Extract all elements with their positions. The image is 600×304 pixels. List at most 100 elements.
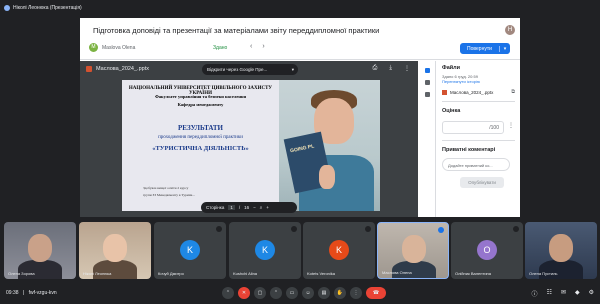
participant-body bbox=[18, 260, 62, 279]
history-link[interactable]: Переглянути історію bbox=[442, 79, 515, 84]
side-controls: ⓘ ☷ ✉ ◆ ⚙ bbox=[532, 289, 594, 298]
participant-name: Kushchi Alina bbox=[233, 271, 258, 276]
files-heading: Файли bbox=[442, 65, 461, 71]
mic-off-icon bbox=[291, 226, 297, 232]
slide-student-line: Здобувач вищої освіти 2 курсу bbox=[143, 186, 189, 190]
call-controls: ⌃ ✕ ▢ ⌃ ▭ ☺ ▤ ✋ ⋮ ☎ bbox=[222, 287, 386, 299]
mic-options-icon[interactable]: ⌃ bbox=[222, 287, 234, 299]
page-current-input[interactable]: 1 bbox=[228, 205, 235, 210]
assignment-title: Підготовка доповіді та презентації за ма… bbox=[93, 26, 380, 35]
participant-body bbox=[93, 260, 137, 279]
grade-input[interactable]: /100 bbox=[442, 121, 504, 134]
slide-photo: GOING PL bbox=[279, 80, 380, 211]
participant-tile[interactable]: K Kushchi Alina bbox=[229, 222, 301, 279]
next-student-icon[interactable]: › bbox=[262, 43, 264, 50]
download-icon[interactable]: ⤓ bbox=[389, 65, 392, 72]
student-nav: ‹ › bbox=[250, 43, 265, 50]
speaking-icon bbox=[438, 227, 444, 233]
return-label[interactable]: Повернути bbox=[460, 46, 499, 52]
mic-off-icon bbox=[216, 226, 222, 232]
files-tab-icon[interactable] bbox=[425, 68, 430, 73]
camera-button[interactable]: ▢ bbox=[254, 287, 266, 299]
zoom-out-icon[interactable]: − bbox=[253, 205, 256, 210]
end-call-button[interactable]: ☎ bbox=[366, 287, 386, 299]
participant-avatar: K bbox=[329, 240, 349, 260]
attached-file-name[interactable]: Маслова_2024_.pptx bbox=[450, 90, 493, 95]
page-label: Сторінка bbox=[206, 205, 225, 210]
presenter-label: Ніколі Леонюка (Презентація) bbox=[4, 3, 82, 13]
present-button[interactable]: ▤ bbox=[318, 287, 330, 299]
divider bbox=[442, 140, 515, 141]
chat-icon[interactable]: ✉ bbox=[561, 289, 566, 298]
open-with-label: Відкрити через Google Пре... bbox=[207, 67, 268, 72]
chevron-down-icon[interactable]: ▾ bbox=[292, 67, 294, 73]
slide-topic: «ТУРИСТИЧНА ДІЯЛЬНІСТЬ» bbox=[152, 145, 249, 152]
attached-file[interactable]: Маслова_2024_.pptx ⧉ bbox=[442, 89, 515, 95]
participant-face bbox=[103, 234, 127, 262]
grade-menu-icon[interactable]: ⋮ bbox=[508, 122, 514, 129]
reactions-button[interactable]: ☺ bbox=[302, 287, 314, 299]
captions-button[interactable]: ▭ bbox=[286, 287, 298, 299]
info-tab-icon[interactable] bbox=[425, 80, 430, 85]
slide-title: РЕЗУЛЬТАТИ bbox=[178, 124, 223, 132]
people-icon[interactable]: ☷ bbox=[547, 289, 552, 298]
book-title: GOING PL bbox=[289, 143, 315, 155]
classroom-header: Підготовка доповіді та презентації за ма… bbox=[80, 18, 520, 60]
participant-name: Маслова Олена bbox=[382, 270, 412, 275]
presenter-name: Ніколі Леонюка (Презентація) bbox=[13, 5, 82, 11]
zoom-in-icon[interactable]: + bbox=[266, 205, 269, 210]
grade-heading: Оцінка bbox=[442, 108, 461, 114]
info-icon[interactable]: ⓘ bbox=[532, 289, 538, 298]
participant-tile[interactable]: Олена Пустиль bbox=[525, 222, 597, 279]
mic-off-button[interactable]: ✕ bbox=[238, 287, 250, 299]
more-icon[interactable]: ⋮ bbox=[404, 65, 410, 72]
divider bbox=[442, 101, 515, 102]
shared-screen: Підготовка доповіді та презентації за ма… bbox=[80, 18, 520, 217]
participant-avatar: K bbox=[180, 240, 200, 260]
prev-student-icon[interactable]: ‹ bbox=[250, 43, 252, 50]
camera-options-icon[interactable]: ⌃ bbox=[270, 287, 282, 299]
mic-off-icon bbox=[365, 226, 371, 232]
more-options-button[interactable]: ⋮ bbox=[350, 287, 362, 299]
rubric-tab-icon[interactable] bbox=[425, 92, 430, 97]
slide-faculty: Факультет управління та безпеки населенн… bbox=[154, 94, 247, 99]
slide-preview: НАЦІОНАЛЬНИЙ УНІВЕРСИТЕТ ЦИВІЛЬНОГО ЗАХИ… bbox=[122, 80, 380, 211]
meet-window: Ніколі Леонюка (Презентація) Підготовка … bbox=[0, 0, 600, 304]
participant-tile[interactable]: Олена Зорова bbox=[4, 222, 76, 279]
return-button[interactable]: Повернути ▾ bbox=[460, 43, 510, 54]
grade-row: /100 ⋮ bbox=[442, 117, 515, 134]
private-comment-input[interactable]: Додайте приватний ко... bbox=[442, 158, 510, 171]
participant-name: Олена Зорова bbox=[8, 271, 35, 276]
participant-face bbox=[402, 235, 426, 263]
submission-status: Здано bbox=[213, 45, 228, 51]
slide-group-line: групи ЗЗ Менеджменту в Туризм... bbox=[143, 193, 195, 197]
meeting-time-code: 09:38 | fwf-vzgu-kvn bbox=[6, 290, 57, 296]
participant-face bbox=[28, 234, 52, 262]
open-with-button[interactable]: Відкрити через Google Пре... ▾ bbox=[202, 64, 298, 75]
participant-tile[interactable]: K Kotets Veronika bbox=[303, 222, 375, 279]
print-icon[interactable]: ⎙ bbox=[373, 65, 378, 72]
participant-tile[interactable]: O Олійник Валентина bbox=[451, 222, 523, 279]
participant-name: Олійник Валентина bbox=[455, 271, 491, 276]
participant-tile[interactable]: Ніколі Леонюка bbox=[79, 222, 151, 279]
slide-text-area: НАЦІОНАЛЬНИЙ УНІВЕРСИТЕТ ЦИВІЛЬНОГО ЗАХИ… bbox=[122, 80, 279, 211]
publish-button[interactable]: Опублікувати bbox=[460, 177, 504, 188]
student-selector[interactable]: M Maslova Olena bbox=[89, 43, 135, 52]
side-rail bbox=[420, 61, 436, 217]
participant-avatar: K bbox=[255, 240, 275, 260]
participant-tile-active[interactable]: Маслова Олена bbox=[377, 222, 449, 279]
participant-name: Олена Пустиль bbox=[529, 271, 558, 276]
raise-hand-button[interactable]: ✋ bbox=[334, 287, 346, 299]
student-name: Maslova Olena bbox=[102, 44, 136, 51]
participant-tile[interactable]: K Кочуй Дмитро bbox=[154, 222, 226, 279]
open-external-icon[interactable]: ⧉ bbox=[511, 89, 515, 95]
presenting-icon bbox=[4, 5, 10, 11]
page-total: 16 bbox=[244, 205, 250, 210]
activities-icon[interactable]: ◆ bbox=[575, 289, 580, 298]
participant-name: Ніколі Леонюка bbox=[83, 271, 112, 276]
participant-name: Kotets Veronika bbox=[307, 271, 336, 276]
photo-hand bbox=[319, 165, 335, 189]
host-controls-icon[interactable]: ⚙ bbox=[589, 289, 594, 298]
return-dropdown-icon[interactable]: ▾ bbox=[499, 45, 510, 52]
account-avatar[interactable]: Н bbox=[505, 25, 515, 35]
